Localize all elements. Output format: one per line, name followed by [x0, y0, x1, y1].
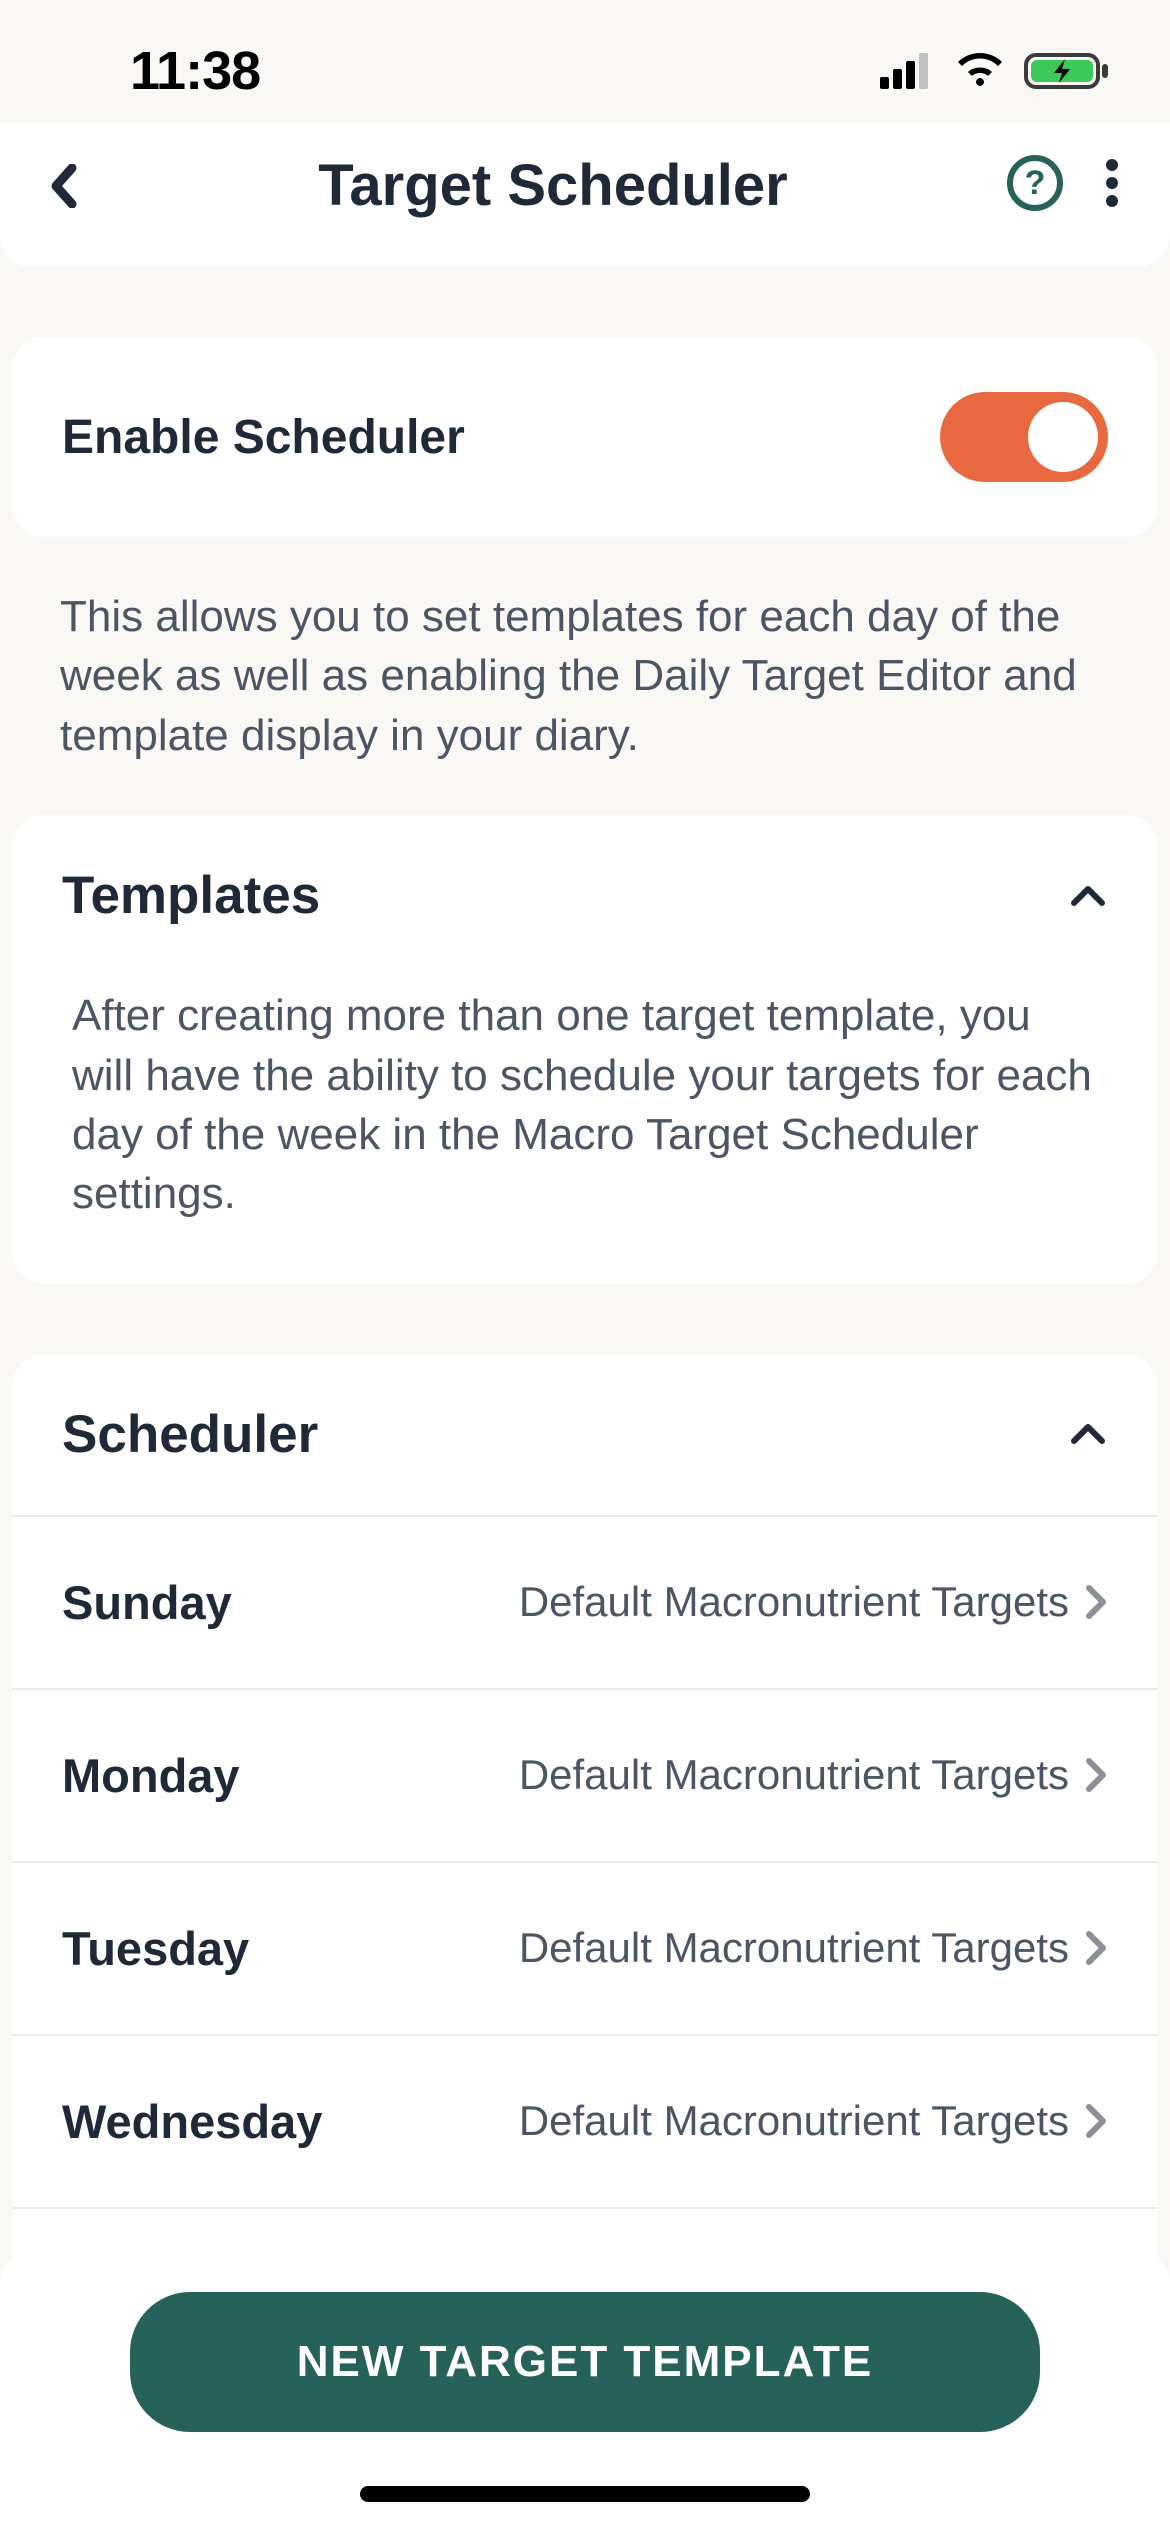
- chevron-left-icon: [50, 164, 78, 208]
- toggle-thumb: [1028, 402, 1098, 472]
- day-value-wrap: Default Macronutrient Targets: [519, 2097, 1108, 2145]
- status-icons: [880, 51, 1110, 91]
- day-value: Default Macronutrient Targets: [519, 1578, 1069, 1626]
- day-value: Default Macronutrient Targets: [519, 1924, 1069, 1972]
- svg-text:?: ?: [1025, 164, 1046, 202]
- back-button[interactable]: [50, 164, 100, 208]
- status-time: 11:38: [130, 40, 260, 102]
- battery-icon: [1024, 51, 1110, 91]
- more-vertical-icon: [1104, 157, 1120, 209]
- chevron-right-icon: [1084, 2102, 1108, 2140]
- templates-body: After creating more than one target temp…: [12, 956, 1158, 1284]
- scheduler-section: Scheduler Sunday Default Macronutrient T…: [12, 1354, 1158, 2380]
- scheduler-day-wednesday[interactable]: Wednesday Default Macronutrient Targets: [12, 2034, 1158, 2207]
- scheduler-day-monday[interactable]: Monday Default Macronutrient Targets: [12, 1688, 1158, 1861]
- more-menu-button[interactable]: [1104, 157, 1120, 214]
- day-name: Wednesday: [62, 2094, 322, 2149]
- templates-section: Templates After creating more than one t…: [12, 815, 1158, 1284]
- day-value: Default Macronutrient Targets: [519, 1751, 1069, 1799]
- day-name: Sunday: [62, 1575, 232, 1630]
- chevron-right-icon: [1084, 1756, 1108, 1794]
- help-icon: ?: [1006, 154, 1064, 212]
- wifi-icon: [954, 52, 1006, 90]
- day-value-wrap: Default Macronutrient Targets: [519, 1924, 1108, 1972]
- templates-title: Templates: [62, 865, 320, 926]
- enable-description: This allows you to set templates for eac…: [0, 537, 1170, 815]
- help-button[interactable]: ?: [1006, 154, 1064, 217]
- header: Target Scheduler ?: [0, 122, 1170, 267]
- header-actions: ?: [1006, 154, 1120, 217]
- scheduler-day-sunday[interactable]: Sunday Default Macronutrient Targets: [12, 1515, 1158, 1688]
- day-name: Monday: [62, 1748, 240, 1803]
- scheduler-title: Scheduler: [62, 1404, 318, 1465]
- chevron-up-icon: [1068, 1421, 1108, 1447]
- day-value-wrap: Default Macronutrient Targets: [519, 1751, 1108, 1799]
- day-value: Default Macronutrient Targets: [519, 2097, 1069, 2145]
- enable-scheduler-toggle[interactable]: [940, 392, 1108, 482]
- scheduler-day-tuesday[interactable]: Tuesday Default Macronutrient Targets: [12, 1861, 1158, 2034]
- new-target-template-button[interactable]: NEW TARGET TEMPLATE: [130, 2292, 1040, 2432]
- day-value-wrap: Default Macronutrient Targets: [519, 1578, 1108, 1626]
- enable-scheduler-row[interactable]: Enable Scheduler: [12, 337, 1158, 537]
- page-title: Target Scheduler: [100, 152, 1006, 219]
- enable-scheduler-label: Enable Scheduler: [62, 410, 465, 465]
- chevron-right-icon: [1084, 1929, 1108, 1967]
- chevron-right-icon: [1084, 1583, 1108, 1621]
- chevron-up-icon: [1068, 883, 1108, 909]
- templates-header[interactable]: Templates: [12, 815, 1158, 956]
- status-bar: 11:38: [0, 0, 1170, 122]
- scheduler-header[interactable]: Scheduler: [12, 1354, 1158, 1515]
- cellular-icon: [880, 53, 936, 89]
- day-name: Tuesday: [62, 1921, 249, 1976]
- home-indicator[interactable]: [360, 2486, 810, 2502]
